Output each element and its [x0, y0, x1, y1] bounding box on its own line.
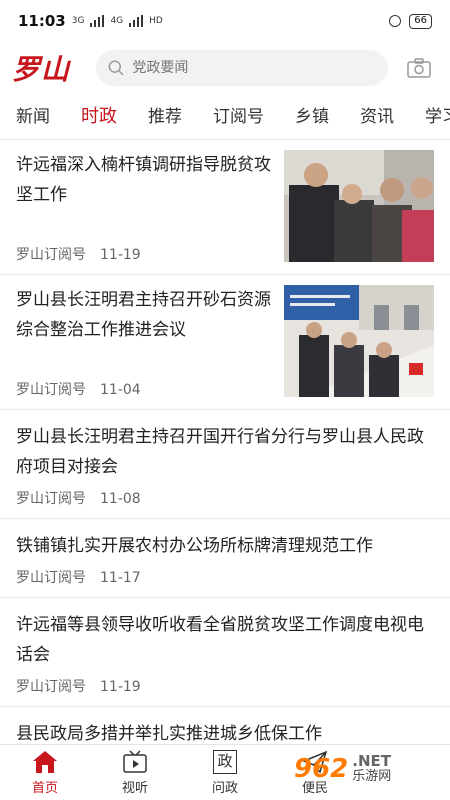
- article-source: 罗山订阅号: [16, 247, 86, 263]
- signal-4g-icon: 4G: [110, 16, 124, 26]
- watermark-cn: 乐游网: [352, 769, 392, 784]
- nav-home-label: 首页: [31, 781, 58, 796]
- watermark-logo: 962 .NET 乐游网: [294, 746, 444, 792]
- status-time: 11:03: [18, 12, 66, 30]
- article-meta: 罗山订阅号 11-08: [16, 488, 434, 508]
- article-item[interactable]: 铁铺镇扎实开展农村办公场所标牌清理规范工作 罗山订阅号 11-17: [0, 519, 450, 598]
- article-meta: 罗山订阅号 11-19: [16, 244, 274, 264]
- watermark-number: 962: [294, 754, 349, 784]
- article-source: 罗山订阅号: [16, 570, 86, 586]
- signal-bars-icon: [90, 15, 105, 27]
- article-meta: 罗山订阅号 11-04: [16, 379, 274, 399]
- article-date: 11-19: [100, 247, 141, 263]
- article-list: 许远福深入楠杆镇调研指导脱贫攻坚工作 罗山订阅号 11-19 罗山县长汪明君主持…: [0, 140, 450, 759]
- article-date: 11-04: [100, 382, 141, 398]
- article-source: 罗山订阅号: [16, 491, 86, 507]
- article-meta: 罗山订阅号 11-17: [16, 567, 434, 587]
- article-date: 11-19: [100, 679, 141, 695]
- tab-study[interactable]: 学习: [425, 94, 450, 139]
- nav-home[interactable]: 首页: [0, 745, 90, 800]
- nav-inquiry[interactable]: 政 问政: [180, 745, 270, 800]
- camera-button[interactable]: [406, 55, 432, 81]
- tab-recommend[interactable]: 推荐: [148, 94, 182, 139]
- article-title: 许远福深入楠杆镇调研指导脱贫攻坚工作: [16, 155, 271, 205]
- tab-subscriptions[interactable]: 订阅号: [213, 94, 264, 139]
- app-logo: 罗山: [12, 53, 71, 86]
- battery-icon: 66: [409, 13, 432, 29]
- status-bar: 11:03 3G 4G HD 66: [0, 0, 450, 42]
- tab-news[interactable]: 新闻: [16, 94, 50, 139]
- article-title: 罗山县长汪明君主持召开砂石资源综合整治工作推进会议: [16, 290, 271, 340]
- article-title: 罗山县长汪明君主持召开国开行省分行与罗山县人民政府项目对接会: [16, 427, 424, 477]
- search-icon: [108, 60, 124, 76]
- search-bar[interactable]: [96, 50, 388, 86]
- app-header: 罗山: [0, 42, 450, 94]
- home-icon: [33, 751, 57, 773]
- article-thumbnail: [284, 285, 434, 397]
- article-title: 铁铺镇扎实开展农村办公场所标牌清理规范工作: [16, 536, 373, 556]
- tv-icon: [123, 750, 147, 773]
- signal-3g-icon: 3G: [71, 16, 85, 26]
- nav-video[interactable]: 视听: [90, 745, 180, 800]
- tab-politics[interactable]: 时政: [81, 94, 117, 139]
- nav-video-label: 视听: [121, 781, 148, 796]
- camera-icon: [407, 58, 431, 78]
- article-meta: 罗山订阅号 11-19: [16, 676, 434, 696]
- zheng-icon: 政: [213, 750, 237, 774]
- article-title: 许远福等县领导收听收看全省脱贫攻坚工作调度电视电话会: [16, 615, 424, 665]
- signal-bars-icon-2: [129, 15, 144, 27]
- article-source: 罗山订阅号: [16, 382, 86, 398]
- watermark-net: .NET: [352, 752, 392, 770]
- article-date: 11-17: [100, 570, 141, 586]
- search-input[interactable]: [132, 60, 376, 76]
- tab-towns[interactable]: 乡镇: [295, 94, 329, 139]
- tab-info[interactable]: 资讯: [360, 94, 394, 139]
- channel-tabs: 新闻 时政 推荐 订阅号 乡镇 资讯 学习: [0, 94, 450, 140]
- article-thumbnail: [284, 150, 434, 262]
- article-date: 11-08: [100, 491, 141, 507]
- rotation-lock-icon: [389, 15, 402, 27]
- nav-inquiry-label: 问政: [211, 781, 238, 796]
- article-item[interactable]: 许远福等县领导收听收看全省脱贫攻坚工作调度电视电话会 罗山订阅号 11-19: [0, 598, 450, 707]
- hd-icon: HD: [149, 16, 163, 26]
- article-item[interactable]: 罗山县长汪明君主持召开砂石资源综合整治工作推进会议 罗山订阅号 11-04: [0, 275, 450, 410]
- article-item[interactable]: 罗山县长汪明君主持召开国开行省分行与罗山县人民政府项目对接会 罗山订阅号 11-0…: [0, 410, 450, 519]
- article-source: 罗山订阅号: [16, 679, 86, 695]
- article-item[interactable]: 许远福深入楠杆镇调研指导脱贫攻坚工作 罗山订阅号 11-19: [0, 140, 450, 275]
